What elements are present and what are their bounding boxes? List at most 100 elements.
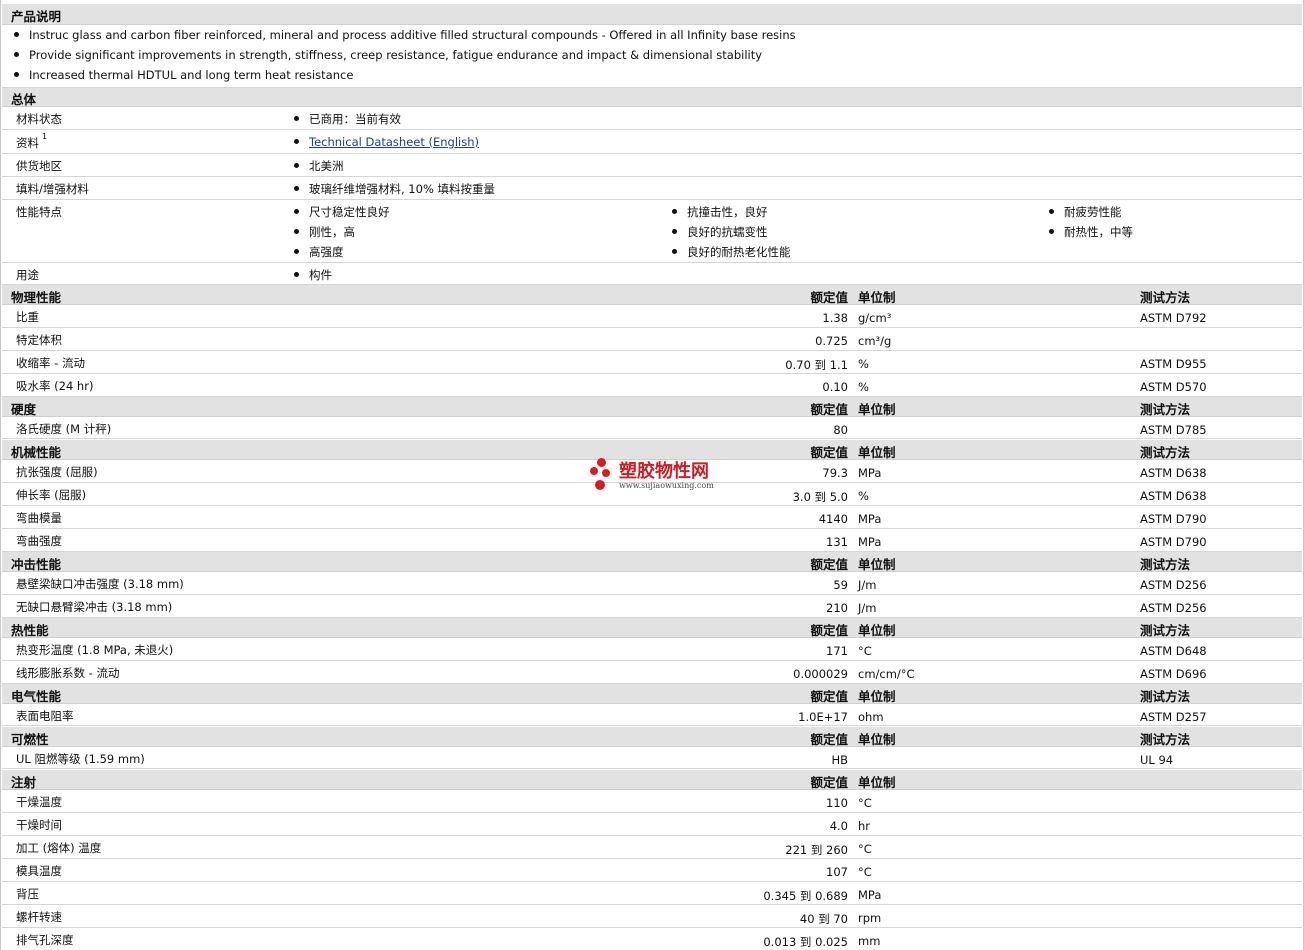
watermark-url: www.sujiaowuxing.com	[619, 481, 714, 490]
row-label: 抗张强度 (屈服)	[16, 465, 98, 479]
general-row-filler: 填料/增强材料 玻璃纤维增强材料, 10% 填料按重量	[2, 177, 1302, 200]
row-unit: °C	[858, 796, 872, 810]
row-test-method: ASTM D790	[1140, 512, 1207, 526]
section-header-flammability: 可燃性 额定值 单位制 测试方法	[2, 727, 1302, 747]
column-header-method: 测试方法	[1140, 402, 1191, 417]
row-test-method: ASTM D256	[1140, 601, 1207, 615]
row-test-method: ASTM D785	[1140, 423, 1207, 437]
row-value: 221 到 260	[785, 843, 848, 857]
table-row: 排气孔深度 0.013 到 0.025 mm	[2, 928, 1302, 950]
datasheet: 产品说明 Instruc glass and carbon fiber rein…	[0, 0, 1304, 950]
row-label: 材料状态	[16, 112, 62, 126]
column-header-unit: 单位制	[858, 557, 896, 572]
general-row-region: 供货地区 北美洲	[2, 154, 1302, 177]
description-list: Instruc glass and carbon fiber reinforce…	[2, 25, 1302, 88]
row-label: 排气孔深度	[16, 933, 74, 947]
row-label: 资料 1	[16, 132, 48, 150]
table-row: 洛氏硬度 (M 计秤) 80 ASTM D785	[2, 417, 1302, 439]
section-header-thermal: 热性能 额定值 单位制 测试方法	[2, 618, 1302, 638]
region-value: 北美洲	[294, 158, 344, 174]
row-unit: J/m	[858, 578, 877, 592]
column-header-unit: 单位制	[858, 732, 896, 747]
row-label: 干燥温度	[16, 795, 62, 809]
feature-item: 尺寸稳定性良好	[294, 204, 390, 220]
column-header-method: 测试方法	[1140, 623, 1191, 638]
row-test-method: ASTM D955	[1140, 357, 1207, 371]
column-header-unit: 单位制	[858, 775, 896, 790]
row-test-method: ASTM D790	[1140, 535, 1207, 549]
row-unit: %	[858, 357, 869, 371]
row-value: 0.725	[815, 334, 848, 348]
row-value: 0.345 到 0.689	[763, 889, 848, 903]
filler-value: 玻璃纤维增强材料, 10% 填料按重量	[294, 181, 495, 197]
table-row: 背压 0.345 到 0.689 MPa	[2, 882, 1302, 905]
table-row: UL 阻燃等级 (1.59 mm) HB UL 94	[2, 747, 1302, 769]
row-value: 59	[833, 578, 848, 592]
logo-dot	[595, 480, 605, 490]
column-header-nominal: 额定值	[810, 557, 848, 572]
row-unit: hr	[858, 819, 871, 833]
row-value: 0.000029	[793, 667, 848, 681]
table-row: 弯曲模量 4140 MPa ASTM D790	[2, 506, 1302, 529]
feature-item: 高强度	[294, 244, 344, 260]
row-label: 特定体积	[16, 333, 62, 347]
bullet-icon	[294, 249, 299, 254]
row-unit: cm³/g	[858, 334, 892, 348]
column-header-method: 测试方法	[1140, 445, 1191, 460]
section-title: 冲击性能	[11, 557, 62, 572]
row-value: 107	[826, 865, 848, 879]
uses-value: 构件	[294, 267, 332, 283]
row-test-method: UL 94	[1140, 753, 1174, 767]
row-label: 性能特点	[16, 205, 62, 219]
section-header-injection: 注射 额定值 单位制	[2, 770, 1302, 790]
table-row: 特定体积 0.725 cm³/g	[2, 328, 1302, 351]
row-test-method: ASTM D256	[1140, 578, 1207, 592]
bullet-icon	[672, 249, 677, 254]
row-label: 模具温度	[16, 864, 62, 878]
feature-item: 耐疲劳性能	[1049, 204, 1122, 220]
bullet-icon	[294, 116, 299, 121]
column-header-nominal: 额定值	[810, 623, 848, 638]
column-header-nominal: 额定值	[810, 689, 848, 704]
feature-item: 良好的耐热老化性能	[672, 244, 791, 260]
row-value: 79.3	[822, 466, 848, 480]
bullet-icon	[294, 209, 299, 214]
bullet-icon	[294, 186, 299, 191]
row-test-method: ASTM D570	[1140, 380, 1207, 394]
row-label: 填料/增强材料	[16, 182, 89, 196]
row-unit: cm/cm/°C	[858, 667, 915, 681]
row-unit: %	[858, 380, 869, 394]
table-row: 线形膨胀系数 - 流动 0.000029 cm/cm/°C ASTM D696	[2, 661, 1302, 684]
column-header-nominal: 额定值	[810, 290, 848, 305]
row-unit: g/cm³	[858, 311, 892, 325]
row-label: 表面电阻率	[16, 709, 74, 723]
table-row: 干燥时间 4.0 hr	[2, 813, 1302, 836]
section-title: 硬度	[11, 402, 37, 417]
table-row: 悬壁梁缺口冲击强度 (3.18 mm) 59 J/m ASTM D256	[2, 572, 1302, 595]
row-value: 4140	[818, 512, 848, 526]
row-label: UL 阻燃等级 (1.59 mm)	[16, 752, 145, 766]
section-header-physical: 物理性能 额定值 单位制 测试方法	[2, 285, 1302, 305]
row-label: 悬壁梁缺口冲击强度 (3.18 mm)	[16, 577, 184, 591]
row-label: 线形膨胀系数 - 流动	[16, 666, 120, 680]
list-item: Provide significant improvements in stre…	[14, 48, 762, 62]
bullet-icon	[672, 229, 677, 234]
row-unit: MPa	[858, 466, 882, 480]
row-unit: MPa	[858, 888, 882, 902]
technical-datasheet-link[interactable]: Technical Datasheet (English)	[309, 135, 479, 149]
column-header-unit: 单位制	[858, 290, 896, 305]
row-label: 供货地区	[16, 159, 62, 173]
table-row: 弯曲强度 131 MPa ASTM D790	[2, 529, 1302, 552]
table-row: 比重 1.38 g/cm³ ASTM D792	[2, 305, 1302, 328]
table-row: 无缺口悬臂梁冲击 (3.18 mm) 210 J/m ASTM D256	[2, 595, 1302, 618]
column-header-unit: 单位制	[858, 623, 896, 638]
row-label: 用途	[16, 268, 39, 282]
section-header-general: 总体	[2, 88, 1302, 107]
section-title: 热性能	[11, 623, 49, 638]
column-header-nominal: 额定值	[810, 732, 848, 747]
logo-dot	[597, 458, 606, 467]
column-header-unit: 单位制	[858, 689, 896, 704]
row-label: 背压	[16, 887, 39, 901]
table-row: 螺杆转速 40 到 70 rpm	[2, 905, 1302, 928]
general-row-documents: 资料 1 Technical Datasheet (English)	[2, 130, 1302, 154]
